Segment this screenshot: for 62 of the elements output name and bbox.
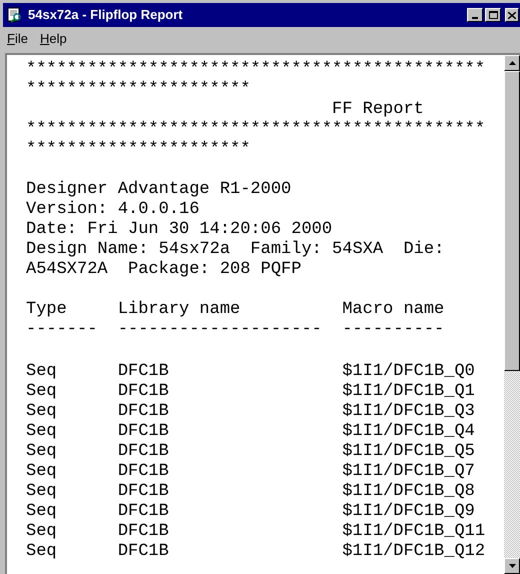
close-button[interactable] [505, 8, 519, 22]
menu-item[interactable]: File [7, 28, 28, 48]
report-line: Design Name: 54sx72a Family: 54SXA Die: [26, 240, 444, 260]
menu-item[interactable]: Help [40, 28, 67, 48]
table-cell: $1I1/DFC1B_Q4 [342, 422, 475, 441]
table-cell: Seq [26, 542, 57, 561]
table-cell: $1I1/DFC1B_Q1 [342, 382, 475, 401]
column-header: Library name [118, 300, 240, 319]
report-title: FF Report [331, 100, 424, 120]
column-header: Type [26, 300, 67, 319]
up-arrow-icon [508, 61, 516, 65]
minimize-button[interactable] [467, 8, 483, 22]
table-cell: DFC1B [118, 482, 169, 501]
scroll-up-button[interactable] [504, 55, 520, 71]
app-icon [7, 7, 23, 23]
table-cell: DFC1B [118, 522, 169, 541]
table-cell: $1I1/DFC1B_Q3 [342, 402, 475, 421]
table-cell: $1I1/DFC1B_Q12 [342, 542, 486, 561]
scroll-thumb[interactable] [504, 71, 520, 371]
table-cell: Seq [26, 402, 57, 421]
table-cell: DFC1B [118, 542, 169, 561]
table-cell: DFC1B [118, 382, 169, 401]
table-cell: Seq [26, 382, 57, 401]
dash-rule: ---------- [342, 320, 444, 339]
table-cell: $1I1/DFC1B_Q0 [342, 362, 475, 381]
report-line: Version: 4.0.0.16 [26, 200, 200, 220]
report-line: Designer Advantage R1-2000 [26, 180, 292, 200]
table-cell: DFC1B [118, 502, 169, 521]
asterisk-rule: ********************************************* [26, 60, 486, 80]
asterisk-rule: ********************************************* [26, 120, 486, 140]
minimize-icon [472, 17, 478, 19]
table-cell: DFC1B [118, 462, 169, 481]
table-cell: DFC1B [118, 422, 169, 441]
table-cell: Seq [26, 362, 57, 381]
asterisk-rule: ********************** [26, 140, 250, 160]
table-cell: DFC1B [118, 442, 169, 461]
maximize-button[interactable] [485, 8, 501, 22]
dash-rule: ------- [26, 320, 98, 339]
close-icon [508, 12, 516, 18]
column-header: Macro name [342, 300, 444, 319]
report-line: Date: Fri Jun 30 14:20:06 2000 [26, 220, 332, 240]
scrollbar[interactable] [504, 55, 520, 574]
table-cell: $1I1/DFC1B_Q8 [342, 482, 475, 501]
table-cell: DFC1B [118, 362, 169, 381]
table-cell: Seq [26, 482, 57, 501]
table-cell: Seq [26, 422, 57, 441]
dash-rule: -------------------- [118, 320, 322, 339]
down-arrow-icon [508, 564, 516, 568]
report-line: A54SX72A Package: 208 PQFP [26, 260, 302, 280]
table-cell: Seq [26, 462, 57, 481]
table-cell: $1I1/DFC1B_Q5 [342, 442, 475, 461]
table-cell: $1I1/DFC1B_Q11 [342, 522, 486, 541]
asterisk-rule: ********************** [26, 80, 250, 100]
maximize-icon [488, 11, 498, 19]
table-cell: Seq [26, 442, 57, 461]
table-cell: Seq [26, 502, 57, 521]
table-cell: $1I1/DFC1B_Q7 [342, 462, 475, 481]
table-cell: Seq [26, 522, 57, 541]
table-cell: DFC1B [118, 402, 169, 421]
scroll-down-button[interactable] [504, 558, 520, 574]
table-cell: $1I1/DFC1B_Q9 [342, 502, 475, 521]
window-title: 54sx72a - Flipflop Report [28, 6, 183, 24]
